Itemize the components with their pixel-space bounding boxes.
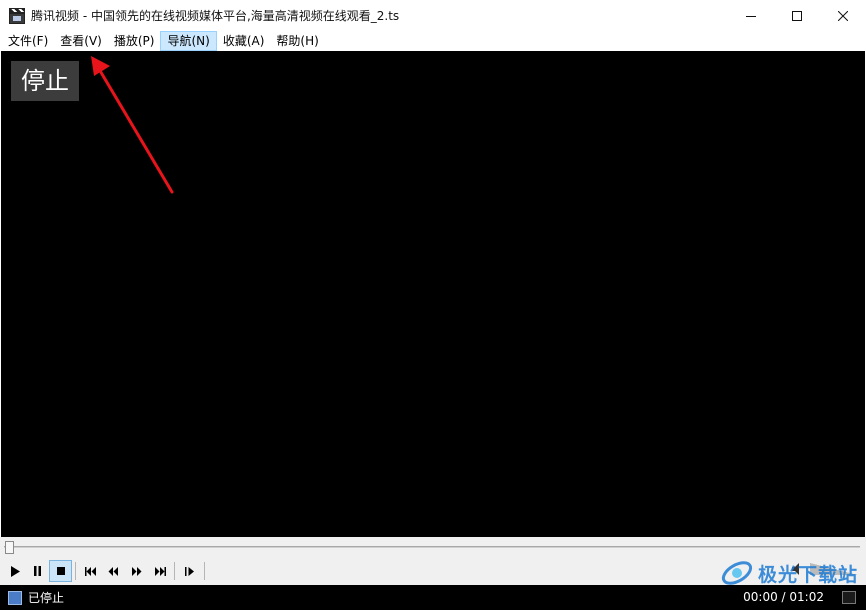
seek-track[interactable] <box>4 546 860 548</box>
menu-play[interactable]: 播放(P) <box>108 31 161 51</box>
pause-button[interactable] <box>26 560 49 582</box>
skip-back-button[interactable] <box>79 560 102 582</box>
close-icon <box>838 10 848 21</box>
playback-state: 已停止 <box>28 591 65 605</box>
status-icon <box>8 590 22 605</box>
rewind-button[interactable] <box>102 560 125 582</box>
minimize-button[interactable] <box>728 0 774 31</box>
menu-bar: 文件(F) 查看(V) 播放(P) 导航(N) 收藏(A) 帮助(H) <box>0 31 866 51</box>
menu-view[interactable]: 查看(V) <box>54 31 108 51</box>
rewind-icon <box>108 566 118 576</box>
window-controls <box>728 0 866 31</box>
play-button[interactable] <box>3 560 26 582</box>
frame-step-icon <box>184 566 194 576</box>
separator <box>204 562 205 580</box>
fast-forward-button[interactable] <box>125 560 148 582</box>
video-area[interactable]: 停止 <box>1 51 865 537</box>
menu-help[interactable]: 帮助(H) <box>270 31 324 51</box>
seek-thumb[interactable] <box>5 541 14 554</box>
fast-forward-icon <box>132 566 142 576</box>
watermark: 极光下载站 <box>720 556 858 590</box>
separator <box>75 562 76 580</box>
frame-step-button[interactable] <box>178 560 201 582</box>
menu-file[interactable]: 文件(F) <box>2 31 54 51</box>
menu-favorites[interactable]: 收藏(A) <box>217 31 271 51</box>
separator <box>174 562 175 580</box>
window-title: 腾讯视频 - 中国领先的在线视频媒体平台,海量高清视频在线观看_2.ts <box>31 9 400 23</box>
maximize-button[interactable] <box>774 0 820 31</box>
pause-icon <box>34 566 41 576</box>
title-bar[interactable]: 腾讯视频 - 中国领先的在线视频媒体平台,海量高清视频在线观看_2.ts <box>0 0 866 31</box>
osd-status-label: 停止 <box>11 61 79 101</box>
maximize-icon <box>792 10 802 21</box>
skip-back-icon <box>84 566 96 576</box>
skip-forward-icon <box>154 566 166 576</box>
watermark-logo-icon <box>721 561 753 585</box>
play-icon <box>10 565 20 577</box>
clapperboard-icon[interactable] <box>9 7 25 24</box>
skip-forward-button[interactable] <box>148 560 171 582</box>
watermark-text: 极光下载站 <box>757 563 858 586</box>
close-button[interactable] <box>820 0 866 31</box>
seek-bar[interactable] <box>0 537 866 557</box>
stop-button[interactable] <box>49 560 72 582</box>
minimize-icon <box>746 15 756 17</box>
fullscreen-icon[interactable] <box>842 591 856 604</box>
menu-navigate[interactable]: 导航(N) <box>160 31 217 51</box>
stop-icon <box>56 567 65 575</box>
